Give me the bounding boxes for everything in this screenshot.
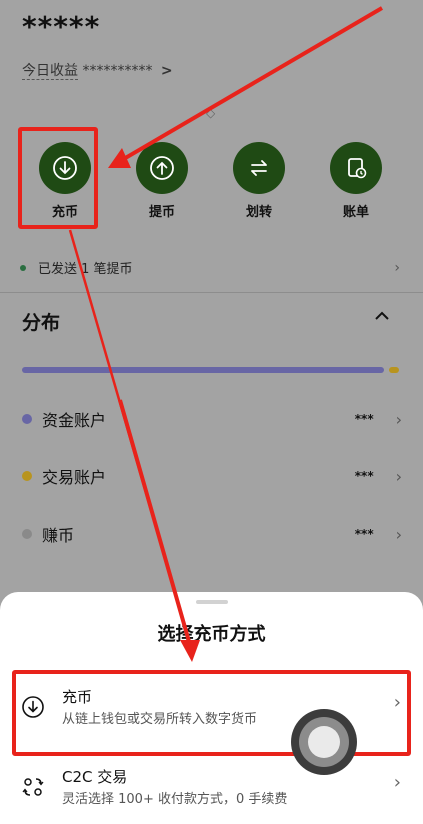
bill-label: 账单 bbox=[342, 205, 369, 220]
account-name: 交易账户 bbox=[42, 468, 107, 487]
chevron-right-icon: › bbox=[394, 259, 400, 276]
today-earnings-value: ********** bbox=[82, 63, 153, 79]
transfer-icon bbox=[233, 142, 285, 194]
bill-button[interactable]: 账单 bbox=[323, 142, 389, 220]
account-dot bbox=[22, 529, 32, 539]
withdrawal-notice[interactable]: 已发送 1 笔提币 › bbox=[20, 258, 400, 277]
account-row-trading[interactable]: 交易账户 *** › bbox=[22, 464, 402, 488]
account-dot bbox=[22, 414, 32, 424]
withdraw-icon bbox=[136, 142, 188, 194]
chevron-right-icon: › bbox=[395, 409, 402, 429]
account-value: *** bbox=[354, 412, 374, 426]
chevron-right-icon: > bbox=[160, 63, 173, 79]
sheet-handle[interactable] bbox=[196, 600, 228, 604]
account-row-funding[interactable]: 资金账户 *** › bbox=[22, 407, 402, 431]
assistive-touch-button[interactable] bbox=[291, 709, 357, 775]
account-row-earn[interactable]: 赚币 *** › bbox=[22, 522, 402, 546]
transfer-button[interactable]: 划转 bbox=[226, 142, 292, 220]
account-name: 资金账户 bbox=[42, 411, 107, 430]
account-value: *** bbox=[354, 527, 374, 541]
today-earnings-label: 今日收益 bbox=[22, 63, 78, 80]
withdraw-button[interactable]: 提币 bbox=[129, 142, 195, 220]
divider bbox=[0, 292, 423, 293]
distribution-title: 分布 bbox=[22, 312, 61, 334]
option-c2c-trade[interactable]: C2C 交易 灵活选择 100+ 收付款方式，0 手续费 › bbox=[16, 766, 411, 816]
chevron-right-icon: › bbox=[395, 524, 402, 544]
c2c-icon bbox=[22, 778, 44, 796]
account-dot bbox=[22, 471, 32, 481]
transfer-label: 划转 bbox=[245, 205, 272, 220]
today-earnings[interactable]: 今日收益 ********** > bbox=[22, 60, 173, 80]
bill-icon bbox=[330, 142, 382, 194]
distribution-bar-funding bbox=[22, 367, 384, 373]
eye-icon[interactable]: ◇ bbox=[206, 106, 215, 120]
total-balance: ***** bbox=[22, 10, 101, 43]
account-value: *** bbox=[354, 469, 374, 483]
account-name: 赚币 bbox=[42, 526, 75, 545]
option-title: C2C 交易 bbox=[62, 768, 128, 786]
deposit-highlight-box bbox=[18, 127, 98, 229]
option-description: 灵活选择 100+ 收付款方式，0 手续费 bbox=[62, 792, 288, 807]
status-dot bbox=[20, 264, 26, 271]
distribution-bar-trading bbox=[389, 367, 399, 373]
chevron-right-icon: › bbox=[395, 466, 402, 486]
withdraw-label: 提币 bbox=[148, 205, 175, 220]
withdrawal-notice-text: 已发送 1 笔提币 bbox=[38, 262, 133, 277]
sheet-title: 选择充币方式 bbox=[157, 624, 266, 645]
chevron-right-icon: › bbox=[393, 772, 401, 793]
chevron-up-icon[interactable] bbox=[372, 306, 392, 330]
